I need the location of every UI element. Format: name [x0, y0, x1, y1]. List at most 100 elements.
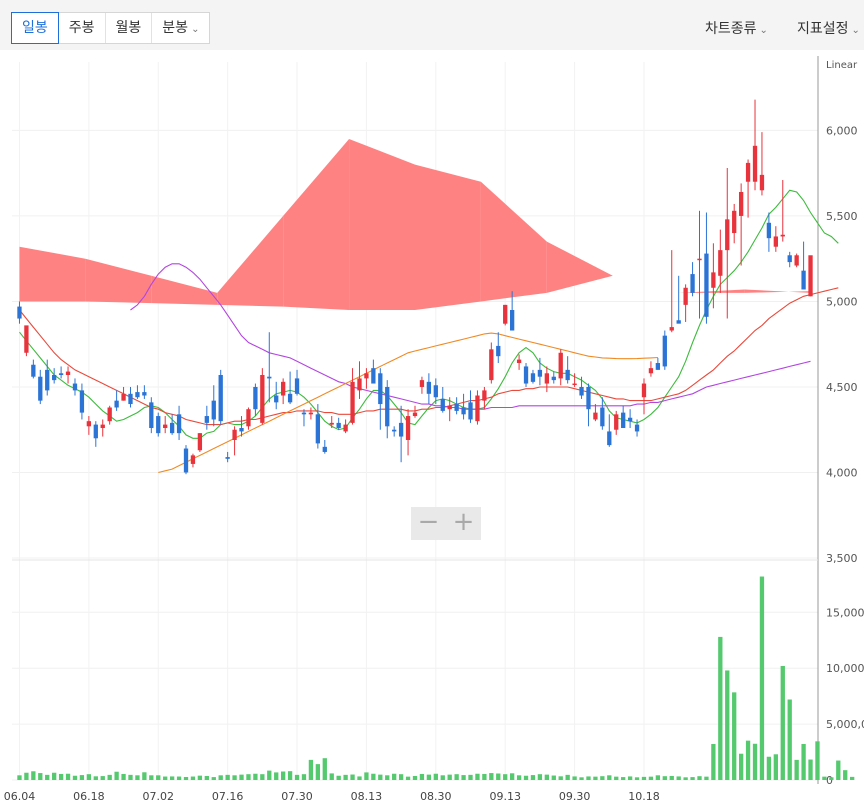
volume-bar — [225, 774, 230, 780]
candle-body — [496, 345, 501, 357]
volume-bar — [315, 764, 321, 780]
candle-body — [489, 349, 494, 381]
candle-body — [662, 335, 667, 367]
candle-body — [169, 422, 175, 434]
volume-bar — [454, 774, 459, 780]
candle-body — [218, 374, 223, 422]
stock-chart[interactable]: 6,000 5,500 5,000 4,500 4,000 3,500 15,000,0 10… — [0, 0, 864, 811]
volume-bar — [371, 773, 376, 780]
candle-body — [149, 402, 154, 429]
volume-bar — [287, 771, 293, 780]
candle-body — [482, 390, 487, 401]
volume-bar — [829, 777, 834, 780]
volume-bar — [509, 773, 515, 780]
volume-bar — [281, 771, 286, 780]
candle-body — [551, 376, 556, 381]
volume-bar — [607, 775, 612, 780]
volume-tick-label: 10,000,0 — [826, 662, 864, 675]
volume-tick-label: 15,000,0 — [826, 606, 864, 619]
volume-bar — [405, 776, 411, 780]
zoom-in-button[interactable]: + — [446, 507, 481, 540]
candle-body — [759, 174, 765, 191]
volume-bar — [329, 773, 334, 780]
volume-bar — [503, 774, 508, 780]
candle-body — [738, 191, 744, 216]
volume-bar — [482, 773, 487, 780]
candle-body — [530, 373, 536, 382]
volume-bar — [586, 776, 591, 780]
volume-bar — [572, 776, 577, 780]
volume-bar — [440, 775, 445, 780]
volume-bar — [579, 777, 584, 780]
volume-bar — [378, 774, 383, 780]
volume-bar — [614, 776, 619, 780]
volume-bar — [190, 776, 196, 780]
volume-bar — [641, 776, 647, 780]
volume-bar — [627, 776, 633, 780]
volume-bar — [65, 773, 71, 780]
candle-body — [593, 412, 598, 420]
volume-bar — [135, 775, 140, 780]
volume-bar — [204, 775, 209, 780]
volume-bar — [183, 776, 189, 780]
candle-body — [176, 414, 182, 434]
price-tick-label: 3,500 — [826, 552, 858, 565]
candle-body — [641, 383, 647, 398]
volume-bar — [676, 776, 681, 780]
volume-bar — [163, 776, 168, 780]
candle-body — [669, 327, 674, 331]
volume-bar — [593, 776, 598, 780]
candle-body — [79, 390, 85, 413]
candle-body — [163, 424, 168, 429]
volume-bar — [662, 776, 667, 780]
candle-body — [211, 400, 216, 420]
candle-body — [766, 222, 772, 239]
price-tick-label: 5,500 — [826, 210, 858, 223]
volume-bar — [551, 775, 556, 780]
candle-body — [204, 416, 209, 423]
volume-bar — [475, 773, 480, 780]
volume-bar — [398, 774, 404, 780]
cloud-segment — [349, 138, 415, 310]
candle-body — [183, 448, 189, 473]
volume-bar — [655, 775, 661, 780]
candle-body — [801, 270, 806, 290]
volume-bar — [815, 741, 820, 780]
candle-body — [440, 398, 445, 411]
candle-body — [135, 392, 140, 398]
volume-bar — [350, 774, 355, 780]
candle-body — [267, 376, 272, 379]
candle-body — [683, 287, 688, 305]
candle-body — [322, 446, 327, 452]
volume-bar — [357, 776, 362, 780]
candle-body — [274, 395, 279, 403]
candle-body — [461, 407, 466, 415]
volume-bar — [565, 774, 570, 780]
candle-body — [454, 404, 459, 411]
volume-bar — [93, 776, 98, 780]
price-tick-label: 6,000 — [826, 124, 858, 137]
volume-bar — [79, 775, 85, 780]
candle-body — [31, 364, 36, 377]
candle-body — [558, 352, 563, 379]
candle-body — [711, 272, 716, 288]
volume-bar — [114, 771, 119, 780]
candle-body — [773, 236, 778, 247]
candle-body — [385, 386, 390, 427]
candle-body — [232, 429, 237, 440]
candle-body — [336, 422, 341, 429]
candle-body — [537, 369, 543, 377]
date-tick-label: 09.30 — [559, 790, 591, 803]
candle-body — [287, 393, 293, 403]
candle-body — [350, 381, 355, 423]
candle-body — [704, 253, 709, 317]
volume-bar — [301, 774, 307, 780]
zoom-out-button[interactable]: − — [411, 507, 446, 540]
date-tick-label: 07.02 — [143, 790, 175, 803]
volume-bar — [128, 774, 133, 780]
volume-bar — [169, 776, 175, 780]
volume-bar — [336, 775, 341, 780]
volume-bar — [308, 759, 314, 780]
candle-body — [621, 412, 626, 429]
candle-body — [648, 368, 654, 374]
